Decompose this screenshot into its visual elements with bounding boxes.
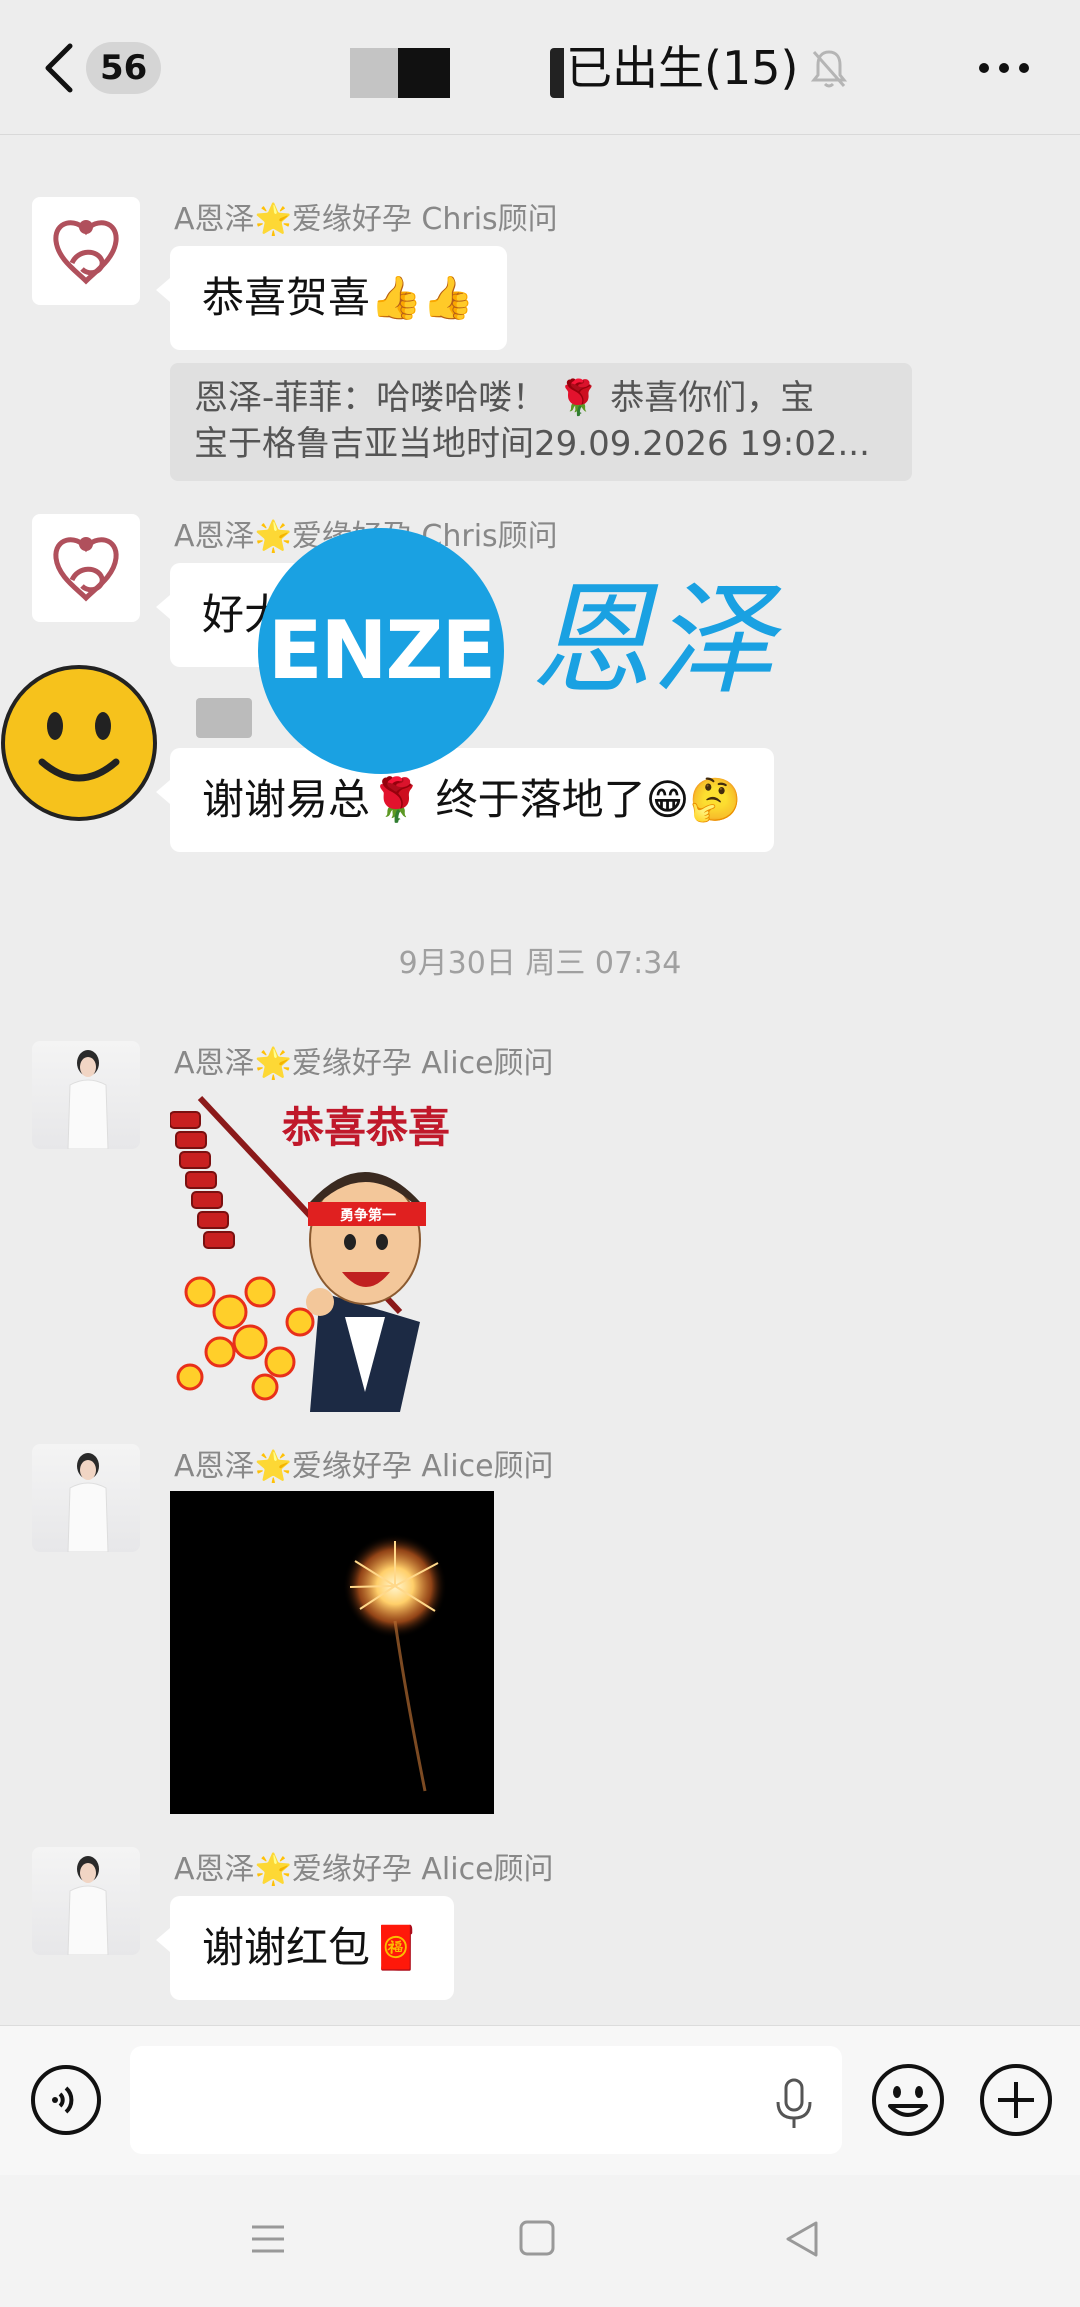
emoji-icon[interactable] xyxy=(870,2062,946,2138)
quoted-text: 宝于格鲁吉亚当地时间29.09.2026 19:02... xyxy=(194,424,870,464)
nav-home-icon[interactable] xyxy=(518,2219,556,2257)
person-photo-icon xyxy=(67,1453,109,1552)
mute-bell-icon xyxy=(810,50,848,88)
sender-name: A恩泽🌟爱缘好孕 Alice顾问 xyxy=(174,1046,554,1081)
sender-name: A恩泽🌟爱缘好孕 Alice顾问 xyxy=(174,1852,554,1887)
chat-header: 56 已出生(15) xyxy=(0,0,1080,135)
message-input[interactable] xyxy=(130,2046,842,2154)
person-photo-icon xyxy=(67,1050,109,1149)
agency-logo-icon xyxy=(53,537,119,602)
system-nav-bar xyxy=(0,2175,1080,2307)
time-divider: 9月30日 周三 07:34 xyxy=(398,946,682,981)
more-icon[interactable] xyxy=(978,60,1030,76)
agency-logo-icon xyxy=(53,220,119,285)
title-redaction xyxy=(550,48,564,98)
avatar[interactable] xyxy=(32,514,140,622)
nav-back-icon[interactable] xyxy=(782,2219,822,2259)
avatar[interactable] xyxy=(32,1041,140,1149)
plus-icon[interactable] xyxy=(978,2062,1054,2138)
mic-icon[interactable] xyxy=(774,2078,814,2130)
chat-title: 已出生(15) xyxy=(566,41,799,95)
quoted-message[interactable]: 恩泽-菲菲：哈喽哈喽！ 🌹 恭喜你们，宝 宝于格鲁吉亚当地时间29.09.202… xyxy=(170,363,912,481)
sender-name-redacted xyxy=(196,698,252,738)
message-bubble[interactable]: 恭喜贺喜👍👍 xyxy=(156,246,507,350)
fireworks-image[interactable] xyxy=(170,1491,494,1814)
avatar[interactable] xyxy=(32,197,140,305)
input-bar xyxy=(0,2025,1080,2175)
title-redaction xyxy=(398,48,450,98)
unread-count-badge[interactable]: 56 xyxy=(86,42,162,94)
person-photo-icon xyxy=(67,1856,109,1955)
headband-text: 勇争第一 xyxy=(340,1207,396,1224)
nav-menu-icon[interactable] xyxy=(248,2219,288,2259)
sticker-text: 恭喜恭喜 xyxy=(281,1103,450,1152)
avatar[interactable] xyxy=(32,1847,140,1955)
enze-logo: ENZE xyxy=(258,528,504,774)
congratulations-sticker[interactable]: 恭喜恭喜 勇争第一 xyxy=(170,1092,500,1412)
smiley-face-icon xyxy=(1,665,157,821)
sender-name: A恩泽🌟爱缘好孕 Alice顾问 xyxy=(174,1449,554,1484)
enze-logo-text: 恩泽 xyxy=(530,569,774,711)
title-redaction xyxy=(350,48,398,98)
message-bubble[interactable]: 谢谢红包🧧 xyxy=(155,1896,455,2000)
quoted-text: 恩泽-菲菲：哈喽哈喽！ 🌹 恭喜你们，宝 xyxy=(194,378,815,418)
avatar[interactable] xyxy=(32,1444,140,1552)
back-icon[interactable] xyxy=(40,42,80,94)
message-bubble[interactable]: 谢谢易总🌹 终于落地了😁🤔 xyxy=(156,748,774,852)
sender-name: A恩泽🌟爱缘好孕 Chris顾问 xyxy=(174,202,558,237)
voice-icon[interactable] xyxy=(30,2064,102,2136)
